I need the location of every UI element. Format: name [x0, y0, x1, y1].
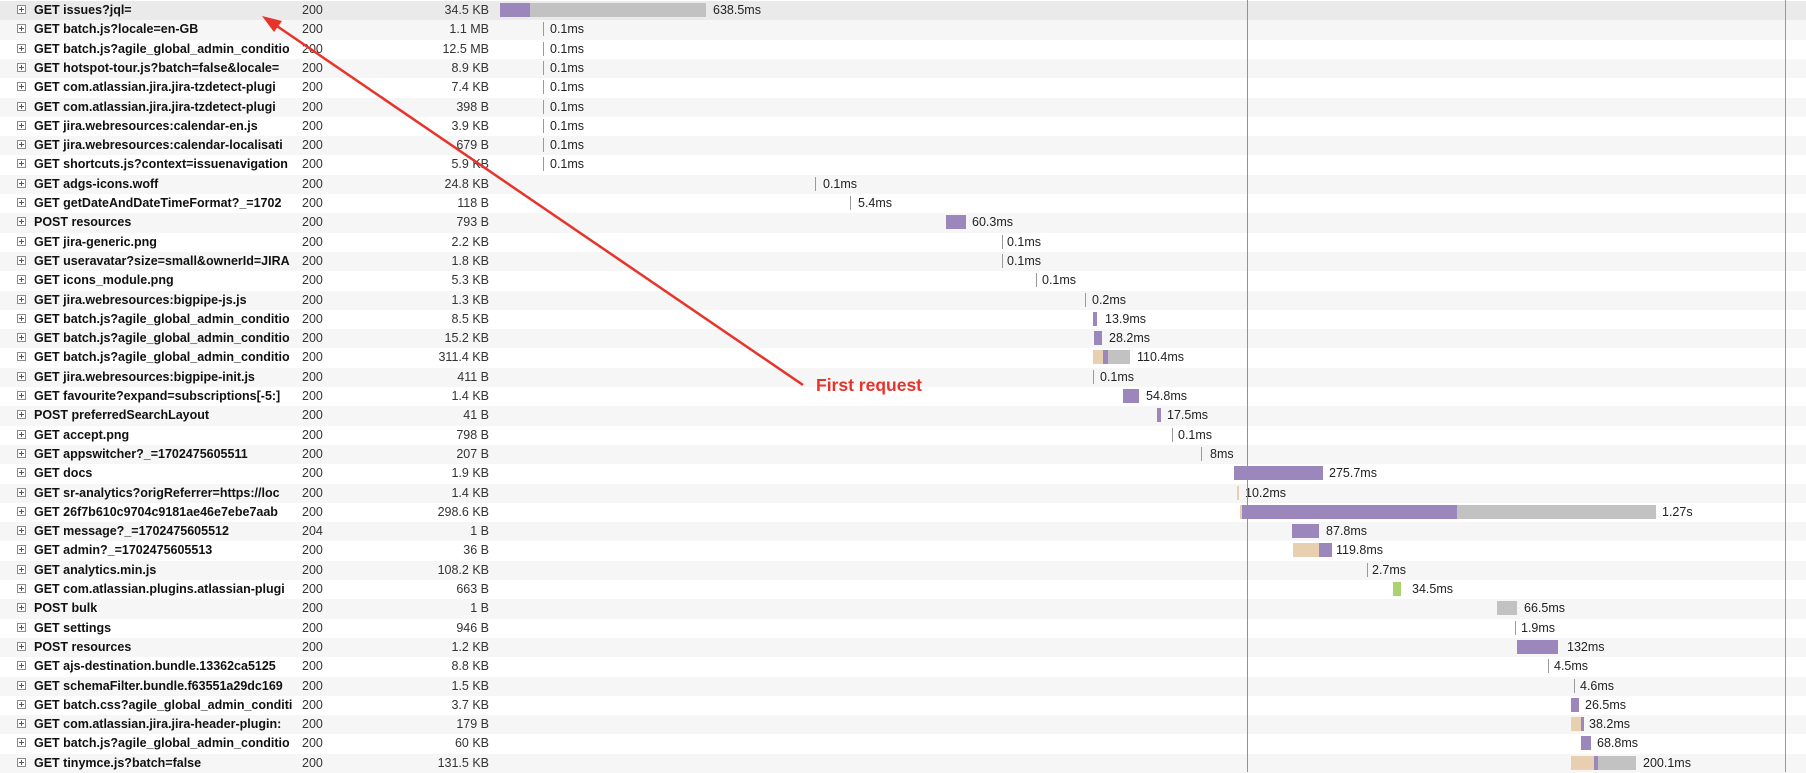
annotation-label: First request	[816, 375, 922, 395]
